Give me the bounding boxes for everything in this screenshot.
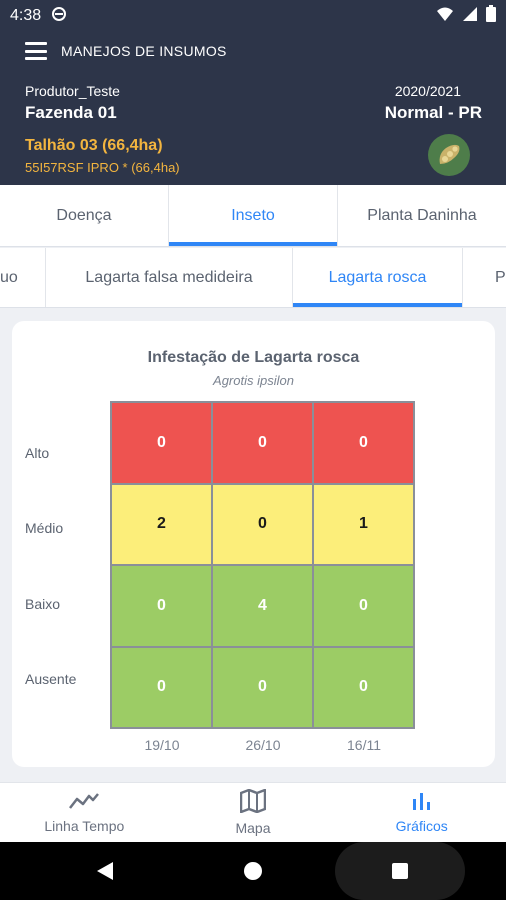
nav-label: Gráficos — [395, 818, 448, 834]
cultivar-name: 55I57RSF IPRO * (66,4ha) — [25, 160, 180, 175]
soybean-icon[interactable] — [428, 134, 470, 176]
heatmap-cell: 2 — [112, 484, 211, 564]
battery-icon — [486, 5, 496, 27]
plot-name[interactable]: Talhão 03 (66,4ha) — [25, 137, 163, 155]
tab-lagarta-rosca[interactable]: Lagarta rosca — [293, 248, 463, 307]
bar-chart-icon — [411, 791, 433, 814]
heatmap-cell: 0 — [314, 566, 413, 646]
season-year: 2020/2021 — [394, 83, 461, 99]
pest-tabs: uo Lagarta falsa medideira Lagarta rosca… — [0, 248, 506, 308]
season-type: Normal - PR — [384, 103, 482, 122]
x-label-3: 16/11 — [347, 737, 381, 753]
y-label-medio: Médio — [25, 520, 64, 536]
tab-doenca[interactable]: Doença — [0, 185, 169, 246]
y-label-alto: Alto — [25, 445, 50, 461]
wifi-icon — [436, 6, 454, 27]
y-label-ausente: Ausente — [25, 671, 77, 687]
nav-graficos[interactable]: Gráficos — [337, 783, 506, 842]
tab-planta-daninha[interactable]: Planta Daninha — [338, 185, 506, 246]
nav-label: Linha Tempo — [44, 818, 125, 834]
hamburger-icon[interactable] — [25, 42, 47, 60]
heatmap-grid: 000201040000 — [110, 401, 415, 729]
nav-label: Mapa — [235, 820, 271, 836]
signal-icon — [462, 6, 478, 27]
nav-linha-tempo[interactable]: Linha Tempo — [0, 783, 169, 842]
infestation-chart-card: Infestação de Lagarta rosca Agrotis ipsi… — [12, 321, 495, 767]
app-header: MANEJOS DE INSUMOS Produtor_Teste Fazend… — [0, 32, 506, 185]
back-icon[interactable] — [80, 842, 130, 900]
chart-title: Infestação de Lagarta rosca — [147, 349, 360, 366]
heatmap-cell: 1 — [314, 484, 413, 564]
heatmap-cell: 4 — [213, 566, 312, 646]
heatmap-cell: 0 — [314, 403, 413, 483]
heatmap-cell: 0 — [213, 647, 312, 727]
x-label-1: 19/10 — [144, 737, 180, 753]
x-label-2: 26/10 — [245, 737, 281, 753]
chart-subtitle: Agrotis ipsilon — [213, 373, 294, 388]
farm-name: Fazenda 01 — [25, 103, 117, 122]
heatmap-cell: 0 — [112, 403, 211, 483]
system-nav-bar — [0, 842, 506, 900]
home-icon[interactable] — [228, 842, 278, 900]
nav-mapa[interactable]: Mapa — [169, 783, 338, 842]
map-icon — [239, 788, 267, 816]
bottom-nav: Linha Tempo Mapa Gráficos — [0, 782, 506, 842]
heatmap-cell: 0 — [112, 566, 211, 646]
tab-inseto[interactable]: Inseto — [169, 185, 338, 246]
status-bar: 4:38 — [0, 0, 506, 32]
y-label-baixo: Baixo — [25, 596, 61, 612]
heatmap-cell: 0 — [213, 403, 312, 483]
tab-pest-prev[interactable]: uo — [0, 248, 46, 307]
heatmap-cell: 0 — [314, 647, 413, 727]
category-tabs: Doença Inseto Planta Daninha — [0, 185, 506, 247]
data-saver-icon — [51, 6, 67, 27]
status-time: 4:38 — [10, 7, 42, 24]
tab-pest-next[interactable]: Pe — [463, 248, 506, 307]
recents-icon[interactable] — [335, 842, 465, 900]
tab-lagarta-falsa-medideira[interactable]: Lagarta falsa medideira — [46, 248, 293, 307]
trend-line-icon — [69, 791, 100, 814]
heatmap-cell: 0 — [213, 484, 312, 564]
producer-name: Produtor_Teste — [25, 83, 120, 99]
heatmap-cell: 0 — [112, 647, 211, 727]
app-title: MANEJOS DE INSUMOS — [61, 43, 227, 59]
